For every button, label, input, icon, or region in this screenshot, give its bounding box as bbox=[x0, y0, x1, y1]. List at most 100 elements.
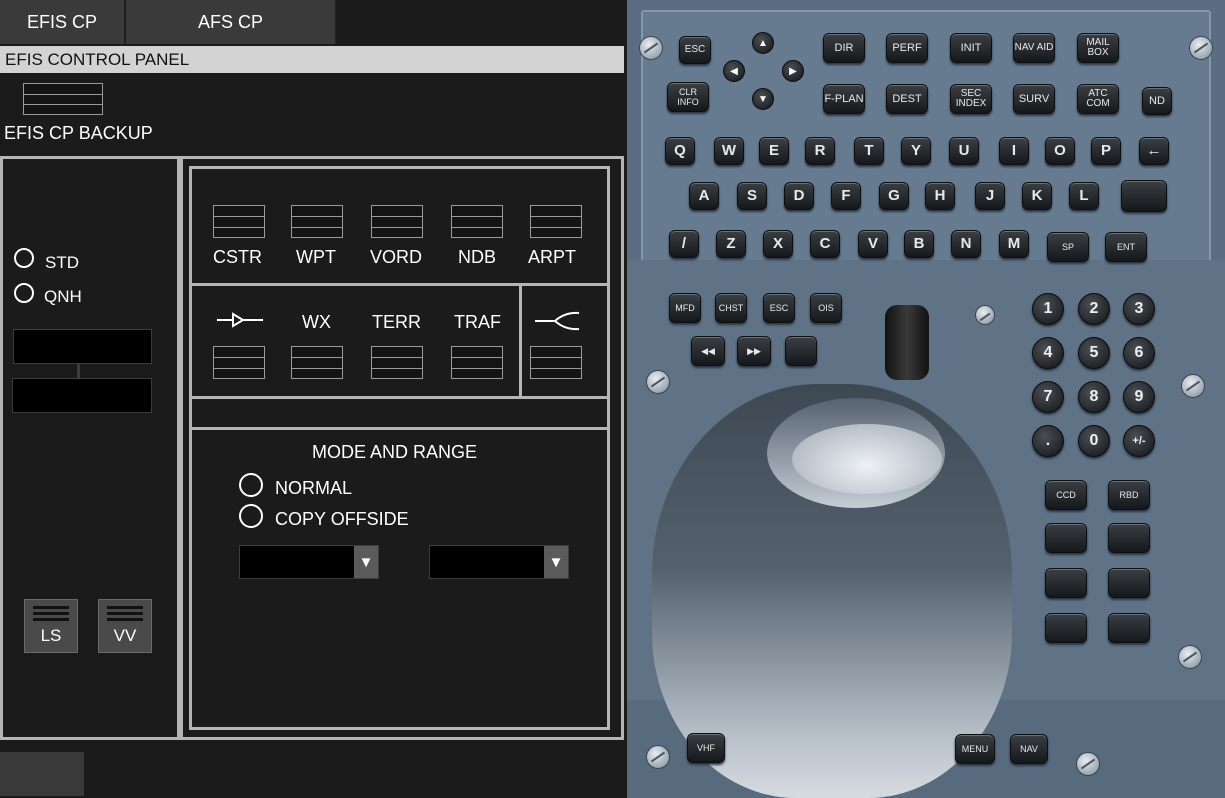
key-v[interactable]: V bbox=[858, 230, 888, 258]
esc-key[interactable]: ESC bbox=[679, 36, 711, 64]
key-l[interactable]: L bbox=[1069, 182, 1099, 210]
cstr-button[interactable] bbox=[213, 205, 265, 238]
nd-key[interactable]: ND bbox=[1142, 87, 1172, 115]
key-2[interactable]: 2 bbox=[1078, 293, 1110, 325]
rewind-icon[interactable]: ◀◀ bbox=[691, 336, 725, 366]
key-i[interactable]: I bbox=[999, 137, 1029, 165]
esc2-key[interactable]: ESC bbox=[763, 293, 795, 323]
tab-efis-cp[interactable]: EFIS CP bbox=[0, 0, 125, 44]
blank-key[interactable] bbox=[1108, 568, 1150, 598]
terr-button[interactable] bbox=[371, 346, 423, 379]
chst-key[interactable]: CHST bbox=[715, 293, 747, 323]
forward-icon[interactable]: ▶▶ bbox=[737, 336, 771, 366]
blank-key[interactable] bbox=[1121, 180, 1167, 212]
init-key[interactable]: INIT bbox=[950, 33, 992, 63]
key-z[interactable]: Z bbox=[716, 230, 746, 258]
blank-key[interactable] bbox=[1045, 613, 1087, 643]
key-y[interactable]: Y bbox=[901, 137, 931, 165]
backspace-key[interactable]: ← bbox=[1139, 137, 1169, 165]
ls-button[interactable]: LS bbox=[24, 599, 78, 653]
vv-button[interactable]: VV bbox=[98, 599, 152, 653]
qnh-radio[interactable] bbox=[14, 283, 34, 303]
std-radio[interactable] bbox=[14, 248, 34, 268]
space-key[interactable]: SP bbox=[1047, 232, 1089, 262]
key-n[interactable]: N bbox=[951, 230, 981, 258]
traffic-mode-button[interactable] bbox=[530, 346, 582, 379]
key-w[interactable]: W bbox=[714, 137, 744, 165]
ndb-button[interactable] bbox=[451, 205, 503, 238]
key-5[interactable]: 5 bbox=[1078, 337, 1110, 369]
baro-unit-field[interactable] bbox=[12, 378, 152, 413]
enter-key[interactable]: ENT bbox=[1105, 232, 1147, 262]
key-c[interactable]: C bbox=[810, 230, 840, 258]
key-b[interactable]: B bbox=[904, 230, 934, 258]
arrow-left-icon[interactable]: ◀ bbox=[723, 60, 745, 82]
blank-key[interactable] bbox=[1045, 523, 1087, 553]
vhf-key[interactable]: VHF bbox=[687, 733, 725, 763]
mail-box-key[interactable]: MAIL BOX bbox=[1077, 33, 1119, 63]
perf-key[interactable]: PERF bbox=[886, 33, 928, 63]
key-u[interactable]: U bbox=[949, 137, 979, 165]
blank-key[interactable] bbox=[785, 336, 817, 366]
surv-key[interactable]: SURV bbox=[1013, 84, 1055, 114]
nav-aid-key[interactable]: NAV AID bbox=[1013, 33, 1055, 63]
ccd-key[interactable]: CCD bbox=[1045, 480, 1087, 510]
key-s[interactable]: S bbox=[737, 182, 767, 210]
nav-key[interactable]: NAV bbox=[1010, 734, 1048, 764]
footer-button[interactable] bbox=[0, 752, 84, 796]
mode-dropdown[interactable]: ▼ bbox=[239, 545, 379, 579]
key-plus-minus[interactable]: +/- bbox=[1123, 425, 1155, 457]
range-dropdown[interactable]: ▼ bbox=[429, 545, 569, 579]
arrow-down-icon[interactable]: ▼ bbox=[752, 88, 774, 110]
key-h[interactable]: H bbox=[925, 182, 955, 210]
key-x[interactable]: X bbox=[763, 230, 793, 258]
key-e[interactable]: E bbox=[759, 137, 789, 165]
key-slash[interactable]: / bbox=[669, 230, 699, 258]
wpt-button[interactable] bbox=[291, 205, 343, 238]
dropdown-arrow-icon[interactable]: ▼ bbox=[544, 546, 568, 578]
dropdown-arrow-icon[interactable]: ▼ bbox=[354, 546, 378, 578]
menu-key[interactable]: MENU bbox=[955, 734, 995, 764]
vord-button[interactable] bbox=[371, 205, 423, 238]
traf-button[interactable] bbox=[451, 346, 503, 379]
normal-radio[interactable] bbox=[239, 473, 263, 497]
tab-afs-cp[interactable]: AFS CP bbox=[126, 0, 336, 44]
knob[interactable] bbox=[885, 305, 929, 380]
key-9[interactable]: 9 bbox=[1123, 381, 1155, 413]
key-m[interactable]: M bbox=[999, 230, 1029, 258]
key-3[interactable]: 3 bbox=[1123, 293, 1155, 325]
baro-value-field[interactable] bbox=[13, 329, 152, 364]
key-k[interactable]: K bbox=[1022, 182, 1052, 210]
key-0[interactable]: 0 bbox=[1078, 425, 1110, 457]
clr-info-key[interactable]: CLR INFO bbox=[667, 82, 709, 112]
wx-button[interactable] bbox=[291, 346, 343, 379]
key-dot[interactable]: . bbox=[1032, 425, 1064, 457]
key-j[interactable]: J bbox=[975, 182, 1005, 210]
sec-index-key[interactable]: SEC INDEX bbox=[950, 84, 992, 114]
blank-key[interactable] bbox=[1045, 568, 1087, 598]
arrow-up-icon[interactable]: ▲ bbox=[752, 32, 774, 54]
key-7[interactable]: 7 bbox=[1032, 381, 1064, 413]
trackball-ball[interactable] bbox=[792, 424, 942, 494]
blank-key[interactable] bbox=[1108, 523, 1150, 553]
key-6[interactable]: 6 bbox=[1123, 337, 1155, 369]
key-g[interactable]: G bbox=[879, 182, 909, 210]
key-4[interactable]: 4 bbox=[1032, 337, 1064, 369]
efis-cp-backup-button[interactable] bbox=[23, 83, 103, 115]
key-r[interactable]: R bbox=[805, 137, 835, 165]
f-plan-key[interactable]: F-PLAN bbox=[823, 84, 865, 114]
arrow-right-icon[interactable]: ▶ bbox=[782, 60, 804, 82]
atc-com-key[interactable]: ATC COM bbox=[1077, 84, 1119, 114]
key-d[interactable]: D bbox=[784, 182, 814, 210]
key-1[interactable]: 1 bbox=[1032, 293, 1064, 325]
key-8[interactable]: 8 bbox=[1078, 381, 1110, 413]
key-q[interactable]: Q bbox=[665, 137, 695, 165]
key-t[interactable]: T bbox=[854, 137, 884, 165]
ois-key[interactable]: OIS bbox=[810, 293, 842, 323]
copy-offside-radio[interactable] bbox=[239, 504, 263, 528]
arpt-button[interactable] bbox=[530, 205, 582, 238]
mfd-key[interactable]: MFD bbox=[669, 293, 701, 323]
key-f[interactable]: F bbox=[831, 182, 861, 210]
blank-key[interactable] bbox=[1108, 613, 1150, 643]
key-a[interactable]: A bbox=[689, 182, 719, 210]
